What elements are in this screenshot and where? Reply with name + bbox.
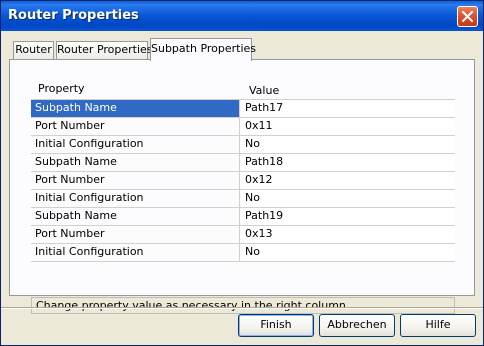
value-cell[interactable]: Path17 <box>241 100 455 117</box>
property-cell[interactable]: Port Number <box>31 226 240 243</box>
property-cell[interactable]: Port Number <box>31 172 240 189</box>
grid-row[interactable]: Initial Configuration No <box>31 244 455 262</box>
column-header-property: Property <box>38 82 85 95</box>
value-cell[interactable]: No <box>241 244 455 261</box>
close-button[interactable] <box>457 6 478 27</box>
tab-router[interactable]: Router <box>13 41 54 59</box>
column-header-value: Value <box>249 84 280 97</box>
grid-row[interactable]: Port Number 0x11 <box>31 118 455 136</box>
property-cell[interactable]: Port Number <box>31 118 240 135</box>
property-cell[interactable]: Initial Configuration <box>31 136 240 153</box>
value-cell[interactable]: 0x13 <box>241 226 455 243</box>
tab-subpath-properties[interactable]: Subpath Properties <box>150 38 256 61</box>
close-icon <box>462 11 473 22</box>
property-cell[interactable]: Initial Configuration <box>31 190 240 207</box>
value-cell[interactable]: 0x12 <box>241 172 455 189</box>
grid-row[interactable]: Subpath Name Path19 <box>31 208 455 226</box>
button-separator <box>1 307 483 309</box>
property-cell[interactable]: Initial Configuration <box>31 244 240 261</box>
grid-row[interactable]: Subpath Name Path18 <box>31 154 455 172</box>
value-cell[interactable]: Path18 <box>241 154 455 171</box>
dialog-body: Router Router Properties Subpath Propert… <box>1 31 483 345</box>
value-cell[interactable]: Path19 <box>241 208 455 225</box>
finish-button[interactable]: Finish <box>238 314 314 337</box>
property-cell[interactable]: Subpath Name <box>31 154 240 171</box>
help-text: Change property value as necessary in th… <box>31 297 455 314</box>
grid-row[interactable]: Subpath Name Path17 <box>31 100 455 118</box>
tab-router-properties[interactable]: Router Properties <box>56 41 153 59</box>
cancel-button[interactable]: Abbrechen <box>319 314 395 337</box>
property-grid: Subpath Name Path17 Port Number 0x11 Ini… <box>31 99 455 262</box>
property-cell[interactable]: Subpath Name <box>31 100 240 117</box>
title-bar[interactable]: Router Properties <box>1 1 483 31</box>
subpath-properties-panel: Property Value Subpath Name Path17 Port … <box>9 59 475 314</box>
property-cell[interactable]: Subpath Name <box>31 208 240 225</box>
grid-row[interactable]: Initial Configuration No <box>31 190 455 208</box>
grid-row[interactable]: Initial Configuration No <box>31 136 455 154</box>
value-cell[interactable]: No <box>241 190 455 207</box>
grid-row[interactable]: Port Number 0x12 <box>31 172 455 190</box>
value-cell[interactable]: No <box>241 136 455 153</box>
help-button[interactable]: Hilfe <box>400 314 476 337</box>
router-properties-dialog: Router Properties Router Router Properti… <box>0 0 484 346</box>
grid-row[interactable]: Port Number 0x13 <box>31 226 455 244</box>
value-cell[interactable]: 0x11 <box>241 118 455 135</box>
window-title: Router Properties <box>8 8 139 23</box>
